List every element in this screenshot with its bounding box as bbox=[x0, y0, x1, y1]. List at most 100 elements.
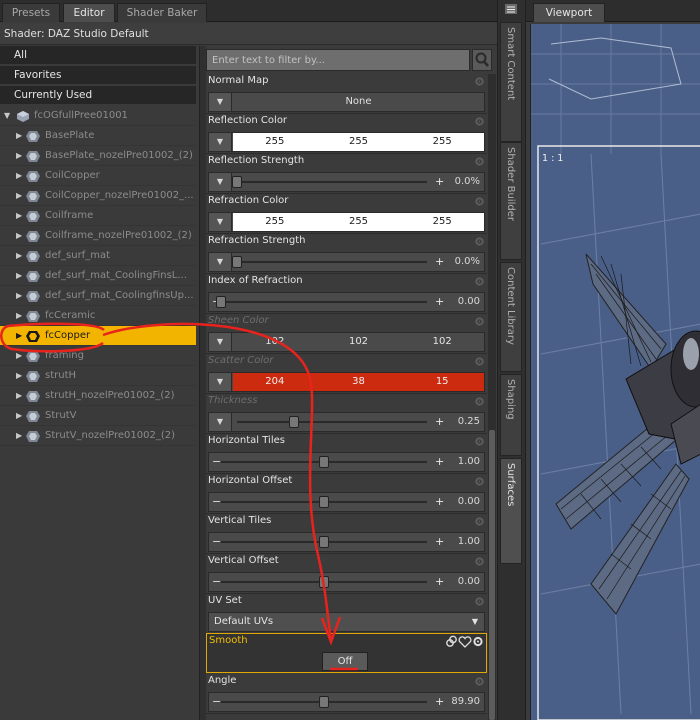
refraction-color-control[interactable]: ▼ 255 255 255 bbox=[208, 212, 485, 232]
reflection-color-control[interactable]: ▼ 255 255 255 bbox=[208, 132, 485, 152]
slider-knob[interactable] bbox=[319, 536, 329, 548]
gear-icon[interactable] bbox=[474, 396, 485, 407]
reflection-color-swatch[interactable]: 255 255 255 bbox=[233, 133, 484, 151]
index-of-refraction-value[interactable]: 0.00 bbox=[458, 293, 480, 311]
gear-icon[interactable] bbox=[474, 236, 485, 247]
scatter-color-swatch[interactable]: 204 38 15 bbox=[233, 373, 484, 391]
increment-icon[interactable]: + bbox=[435, 293, 444, 311]
blue-channel-value[interactable]: 102 bbox=[400, 333, 484, 351]
filter-input[interactable] bbox=[206, 49, 470, 71]
expand-arrow-icon[interactable]: ▶ bbox=[16, 146, 22, 165]
gear-icon[interactable] bbox=[474, 676, 485, 687]
red-channel-value[interactable]: 255 bbox=[233, 213, 317, 231]
gear-icon[interactable] bbox=[473, 636, 483, 647]
gear-icon[interactable] bbox=[474, 156, 485, 167]
expand-arrow-icon[interactable]: ▶ bbox=[16, 346, 22, 365]
expand-arrow-icon[interactable]: ▶ bbox=[16, 286, 22, 305]
tab-viewport[interactable]: Viewport bbox=[533, 3, 605, 22]
collapse-arrow-icon[interactable]: ▼ bbox=[4, 106, 10, 125]
side-tab-content-library[interactable]: Content Library bbox=[500, 262, 522, 372]
reflection-strength-control[interactable]: ▼ +0.0% bbox=[208, 172, 485, 192]
increment-icon[interactable]: + bbox=[435, 173, 444, 191]
slider-track[interactable] bbox=[237, 181, 427, 183]
blue-channel-value[interactable]: 255 bbox=[400, 213, 484, 231]
tree-filter-all[interactable]: All bbox=[0, 46, 196, 65]
tab-shader-baker[interactable]: Shader Baker bbox=[117, 3, 207, 22]
normal-map-value[interactable]: None bbox=[233, 93, 484, 111]
tree-item[interactable]: ▶ StrutV_nozelPre01002_(2) bbox=[0, 426, 196, 446]
expand-arrow-icon[interactable]: ▶ bbox=[16, 426, 22, 445]
blue-channel-value[interactable]: 255 bbox=[400, 133, 484, 151]
refraction-strength-value[interactable]: 0.0% bbox=[455, 253, 480, 271]
reflection-strength-value[interactable]: 0.0% bbox=[455, 173, 480, 191]
increment-icon[interactable]: + bbox=[435, 413, 444, 431]
green-channel-value[interactable]: 255 bbox=[317, 213, 401, 231]
expand-arrow-icon[interactable]: ▶ bbox=[16, 306, 22, 325]
expand-arrow-icon[interactable]: ▶ bbox=[16, 186, 22, 205]
gear-icon[interactable] bbox=[474, 516, 485, 527]
dropdown-arrow-icon[interactable]: ▼ bbox=[209, 413, 232, 431]
red-channel-value[interactable]: 102 bbox=[233, 333, 317, 351]
vertical-tiles-value[interactable]: 1.00 bbox=[458, 533, 480, 551]
slider-track[interactable] bbox=[221, 301, 427, 303]
slider-knob[interactable] bbox=[232, 176, 242, 188]
dropdown-arrow-icon[interactable]: ▼ bbox=[209, 93, 232, 111]
refraction-strength-control[interactable]: ▼ +0.0% bbox=[208, 252, 485, 272]
expand-arrow-icon[interactable]: ▶ bbox=[16, 406, 22, 425]
tree-item[interactable]: ▶ def_surf_mat_CoolingFinsL... bbox=[0, 266, 196, 286]
dropdown-arrow-icon[interactable]: ▼ bbox=[209, 333, 232, 351]
slider-knob[interactable] bbox=[319, 696, 329, 708]
tree-item[interactable]: ▶ framing bbox=[0, 346, 196, 366]
green-channel-value[interactable]: 255 bbox=[317, 133, 401, 151]
side-tab-surfaces[interactable]: Surfaces bbox=[500, 458, 522, 564]
normal-map-control[interactable]: ▼ None bbox=[208, 92, 485, 112]
refraction-color-swatch[interactable]: 255 255 255 bbox=[233, 213, 484, 231]
tab-presets[interactable]: Presets bbox=[2, 3, 60, 22]
gear-icon[interactable] bbox=[474, 596, 485, 607]
search-button[interactable] bbox=[472, 49, 492, 71]
blue-channel-value[interactable]: 15 bbox=[400, 373, 484, 391]
viewport-canvas[interactable] bbox=[530, 24, 700, 720]
vertical-tiles-control[interactable]: − +1.00 bbox=[208, 532, 485, 552]
side-tab-shaping[interactable]: Shaping bbox=[500, 374, 522, 456]
angle-control[interactable]: − +89.90 bbox=[208, 692, 485, 712]
gear-icon[interactable] bbox=[474, 196, 485, 207]
tree-item[interactable]: ▶ StrutV bbox=[0, 406, 196, 426]
side-tab-smart-content[interactable]: Smart Content bbox=[500, 22, 522, 142]
increment-icon[interactable]: + bbox=[435, 253, 444, 271]
angle-value[interactable]: 89.90 bbox=[451, 693, 480, 711]
expand-arrow-icon[interactable]: ▶ bbox=[16, 246, 22, 265]
tree-item[interactable]: ▶ Coilframe_nozelPre01002_(2) bbox=[0, 226, 196, 246]
sheen-color-control[interactable]: ▼ 102 102 102 bbox=[208, 332, 485, 352]
gear-icon[interactable] bbox=[474, 76, 485, 87]
horizontal-offset-control[interactable]: − +0.00 bbox=[208, 492, 485, 512]
slider-knob[interactable] bbox=[319, 496, 329, 508]
dropdown-arrow-icon[interactable]: ▼ bbox=[209, 253, 232, 271]
tree-filter-favorites[interactable]: Favorites bbox=[0, 66, 196, 85]
green-channel-value[interactable]: 102 bbox=[317, 333, 401, 351]
gear-icon[interactable] bbox=[474, 476, 485, 487]
increment-icon[interactable]: + bbox=[435, 693, 444, 711]
tree-item[interactable]: ▶ BasePlate_nozelPre01002_(2) bbox=[0, 146, 196, 166]
heart-icon[interactable] bbox=[458, 636, 472, 648]
slider-knob[interactable] bbox=[319, 576, 329, 588]
red-channel-value[interactable]: 204 bbox=[233, 373, 317, 391]
vertical-offset-control[interactable]: − +0.00 bbox=[208, 572, 485, 592]
tree-item[interactable]: ▶ strutH_nozelPre01002_(2) bbox=[0, 386, 196, 406]
expand-arrow-icon[interactable]: ▶ bbox=[16, 166, 22, 185]
sheen-color-swatch[interactable]: 102 102 102 bbox=[233, 333, 484, 351]
horizontal-tiles-control[interactable]: − +1.00 bbox=[208, 452, 485, 472]
tree-item[interactable]: ▶ BasePlate bbox=[0, 126, 196, 146]
increment-icon[interactable]: + bbox=[435, 493, 444, 511]
tree-item[interactable]: ▶ CoilCopper bbox=[0, 166, 196, 186]
side-tab-shader-builder[interactable]: Shader Builder bbox=[500, 142, 522, 260]
tree-item[interactable]: ▶ fcCeramic bbox=[0, 306, 196, 326]
expand-arrow-icon[interactable]: ▶ bbox=[16, 366, 22, 385]
slider-knob[interactable] bbox=[216, 296, 226, 308]
decrement-icon[interactable]: − bbox=[212, 493, 221, 511]
dropdown-arrow-icon[interactable]: ▼ bbox=[209, 173, 232, 191]
gear-icon[interactable] bbox=[474, 276, 485, 287]
tree-item[interactable]: ▶ def_surf_mat bbox=[0, 246, 196, 266]
dropdown-arrow-icon[interactable]: ▼ bbox=[209, 373, 232, 391]
link-icon[interactable] bbox=[446, 635, 457, 647]
